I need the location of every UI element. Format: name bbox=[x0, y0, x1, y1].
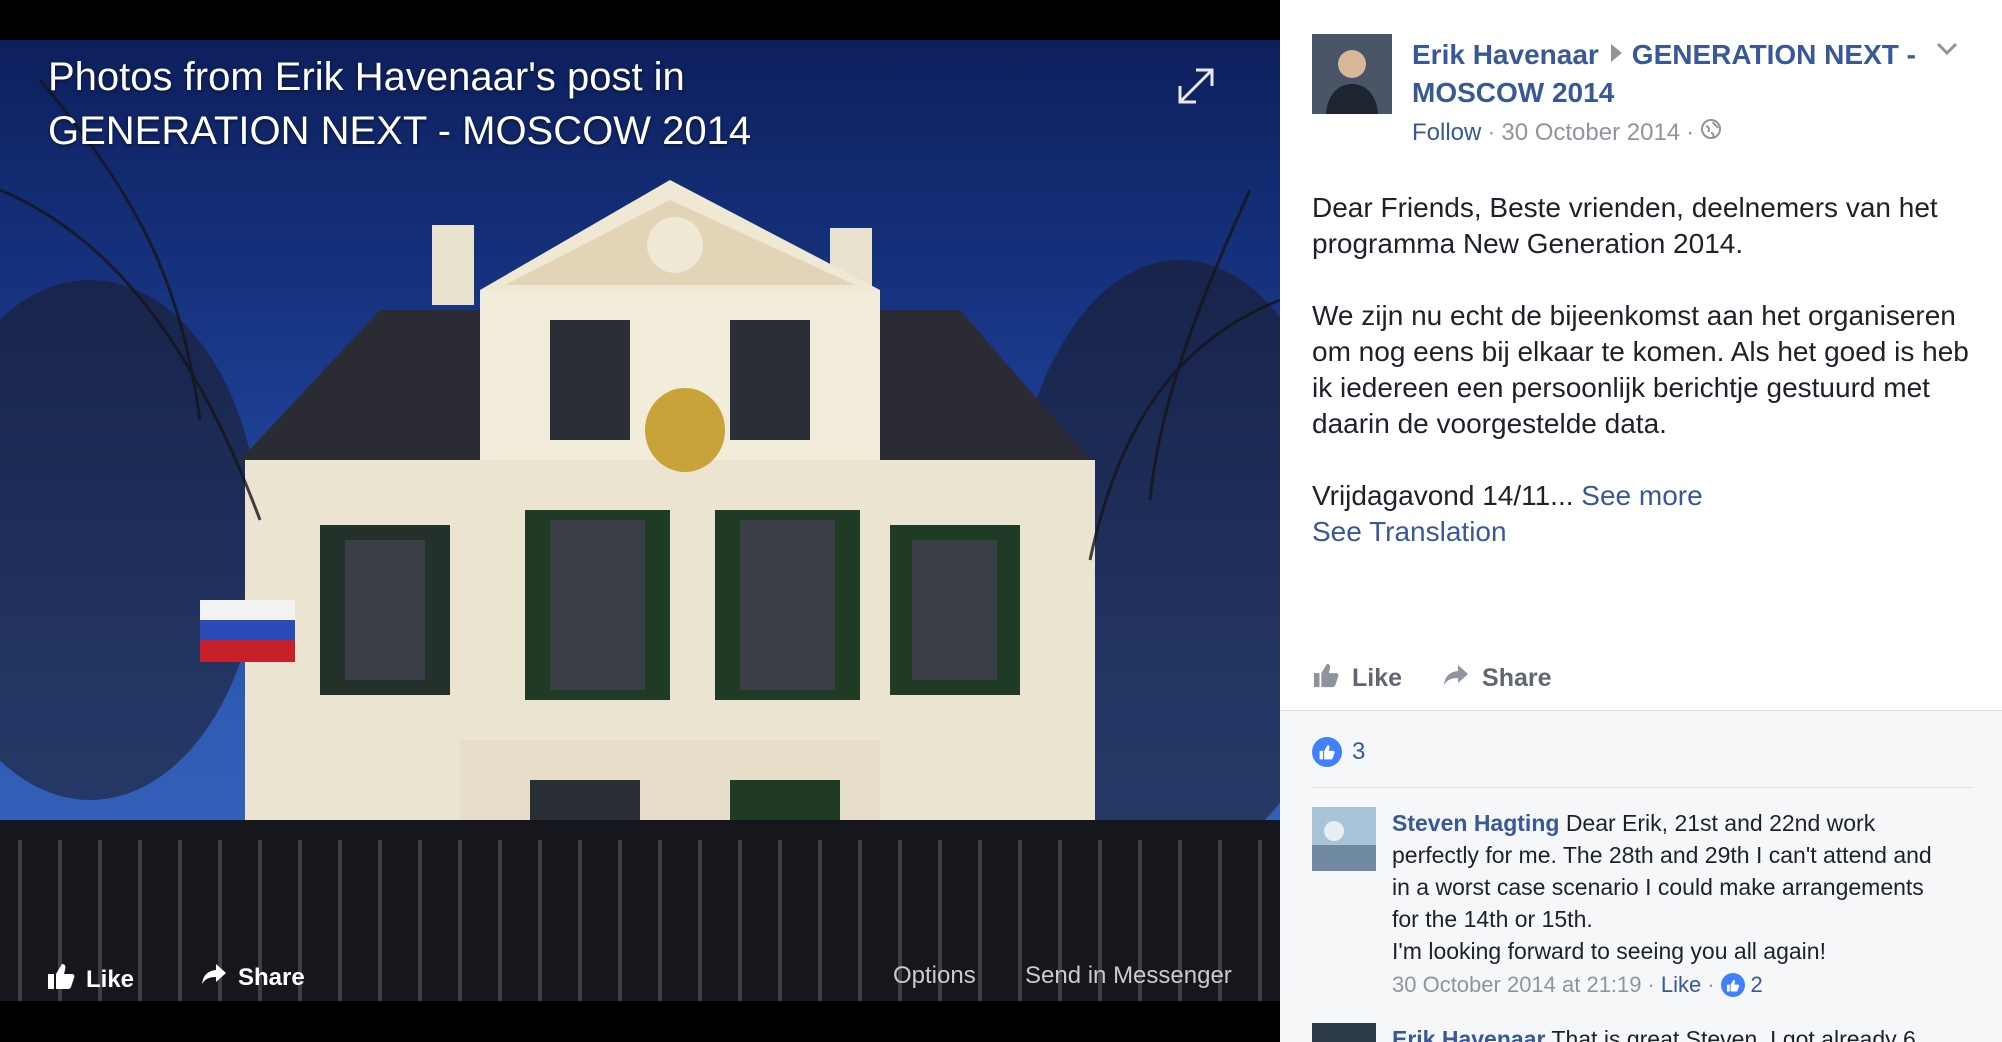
like-reaction-icon bbox=[1312, 737, 1342, 767]
like-reaction-icon bbox=[1720, 973, 1745, 997]
send-in-messenger-button[interactable]: Send in Messenger bbox=[1025, 962, 1232, 990]
see-translation-link[interactable]: See Translation bbox=[1312, 514, 1972, 550]
photo-like-button[interactable]: Like bbox=[46, 962, 134, 997]
post-meta: Follow · 30 October 2014 · bbox=[1412, 118, 1722, 147]
post-share-label: Share bbox=[1482, 664, 1552, 692]
post-truncated-line: Vrijdagavond 14/11... See more bbox=[1312, 478, 1972, 514]
share-arrow-icon bbox=[1442, 663, 1470, 694]
post-paragraph: Vrijdagavond 14/11... bbox=[1312, 480, 1574, 511]
comment-text: That is great Steven. I got already 6 bbox=[1551, 1026, 1916, 1042]
photo-like-label: Like bbox=[86, 965, 135, 993]
like-count: 3 bbox=[1352, 738, 1366, 765]
author-header: Erik Havenaar GENERATION NEXT - MOSCOW 20… bbox=[1412, 36, 1932, 112]
post-side-panel: Erik Havenaar GENERATION NEXT - MOSCOW 20… bbox=[1280, 0, 2002, 1042]
globe-icon bbox=[1700, 118, 1722, 147]
post-paragraph: Dear Friends, Beste vrienden, deelnemers… bbox=[1312, 192, 1938, 259]
separator-dot: · bbox=[1647, 972, 1655, 997]
separator-dot: · bbox=[1686, 118, 1695, 146]
commenter-avatar[interactable] bbox=[1312, 1023, 1376, 1042]
photo-title: Photos from Erik Havenaar's post in GENE… bbox=[48, 55, 752, 153]
see-more-link[interactable]: See more bbox=[1581, 480, 1702, 511]
post-paragraph: We zijn nu echt de bijeenkomst aan het o… bbox=[1312, 300, 1969, 439]
share-arrow-icon bbox=[200, 962, 228, 993]
chevron-down-icon[interactable] bbox=[1936, 42, 1958, 56]
arrow-right-icon bbox=[1610, 44, 1622, 62]
separator-dot: · bbox=[1487, 118, 1496, 146]
comments-section: 3 Steven Hagting Dear Erik, 21st and 22n… bbox=[1280, 710, 2002, 1042]
comment: Steven Hagting Dear Erik, 21st and 22nd … bbox=[1392, 807, 1952, 1001]
post-text: Dear Friends, Beste vrienden, deelnemers… bbox=[1312, 190, 1972, 550]
thumbs-up-icon bbox=[1312, 662, 1340, 695]
photo-viewer: Photos from Erik Havenaar's post in GENE… bbox=[0, 0, 1280, 1042]
author-name-link[interactable]: Erik Havenaar bbox=[1412, 39, 1599, 70]
post-share-button[interactable]: Share bbox=[1442, 662, 1552, 695]
comment-text: I'm looking forward to seeing you all ag… bbox=[1392, 938, 1826, 964]
photo-action-bar: Like Share Options Send in Messenger bbox=[0, 950, 1280, 1006]
post-actions: Like Share bbox=[1312, 662, 1552, 695]
commenter-name-link[interactable]: Steven Hagting bbox=[1392, 810, 1559, 836]
follow-link[interactable]: Follow bbox=[1412, 119, 1481, 147]
commenter-name-link[interactable]: Erik Havenaar bbox=[1392, 1026, 1545, 1042]
photo-share-label: Share bbox=[238, 963, 305, 991]
comment: Erik Havenaar That is great Steven. I go… bbox=[1392, 1023, 1952, 1042]
separator-dot: · bbox=[1707, 972, 1715, 997]
reactions-summary[interactable]: 3 bbox=[1312, 737, 1365, 767]
photo-image[interactable] bbox=[0, 40, 1280, 1001]
post-date[interactable]: 30 October 2014 bbox=[1501, 119, 1680, 147]
comment-meta: 30 October 2014 at 21:19 · Like · 2 bbox=[1392, 969, 1952, 1001]
divider bbox=[1312, 787, 1972, 788]
commenter-avatar[interactable] bbox=[1312, 807, 1376, 871]
thumbs-up-icon bbox=[46, 962, 76, 997]
options-button[interactable]: Options bbox=[893, 962, 976, 990]
author-avatar[interactable] bbox=[1312, 34, 1392, 114]
comment-timestamp[interactable]: 30 October 2014 at 21:19 bbox=[1392, 969, 1642, 1001]
comment-like-count[interactable]: 2 bbox=[1751, 969, 1763, 1001]
post-like-label: Like bbox=[1352, 664, 1403, 692]
photo-share-button[interactable]: Share bbox=[200, 962, 305, 993]
expand-icon[interactable] bbox=[1172, 62, 1220, 110]
comment-like-button[interactable]: Like bbox=[1661, 969, 1701, 1001]
post-like-button[interactable]: Like bbox=[1312, 662, 1402, 695]
post-content: Erik Havenaar GENERATION NEXT - MOSCOW 20… bbox=[1280, 0, 2002, 710]
